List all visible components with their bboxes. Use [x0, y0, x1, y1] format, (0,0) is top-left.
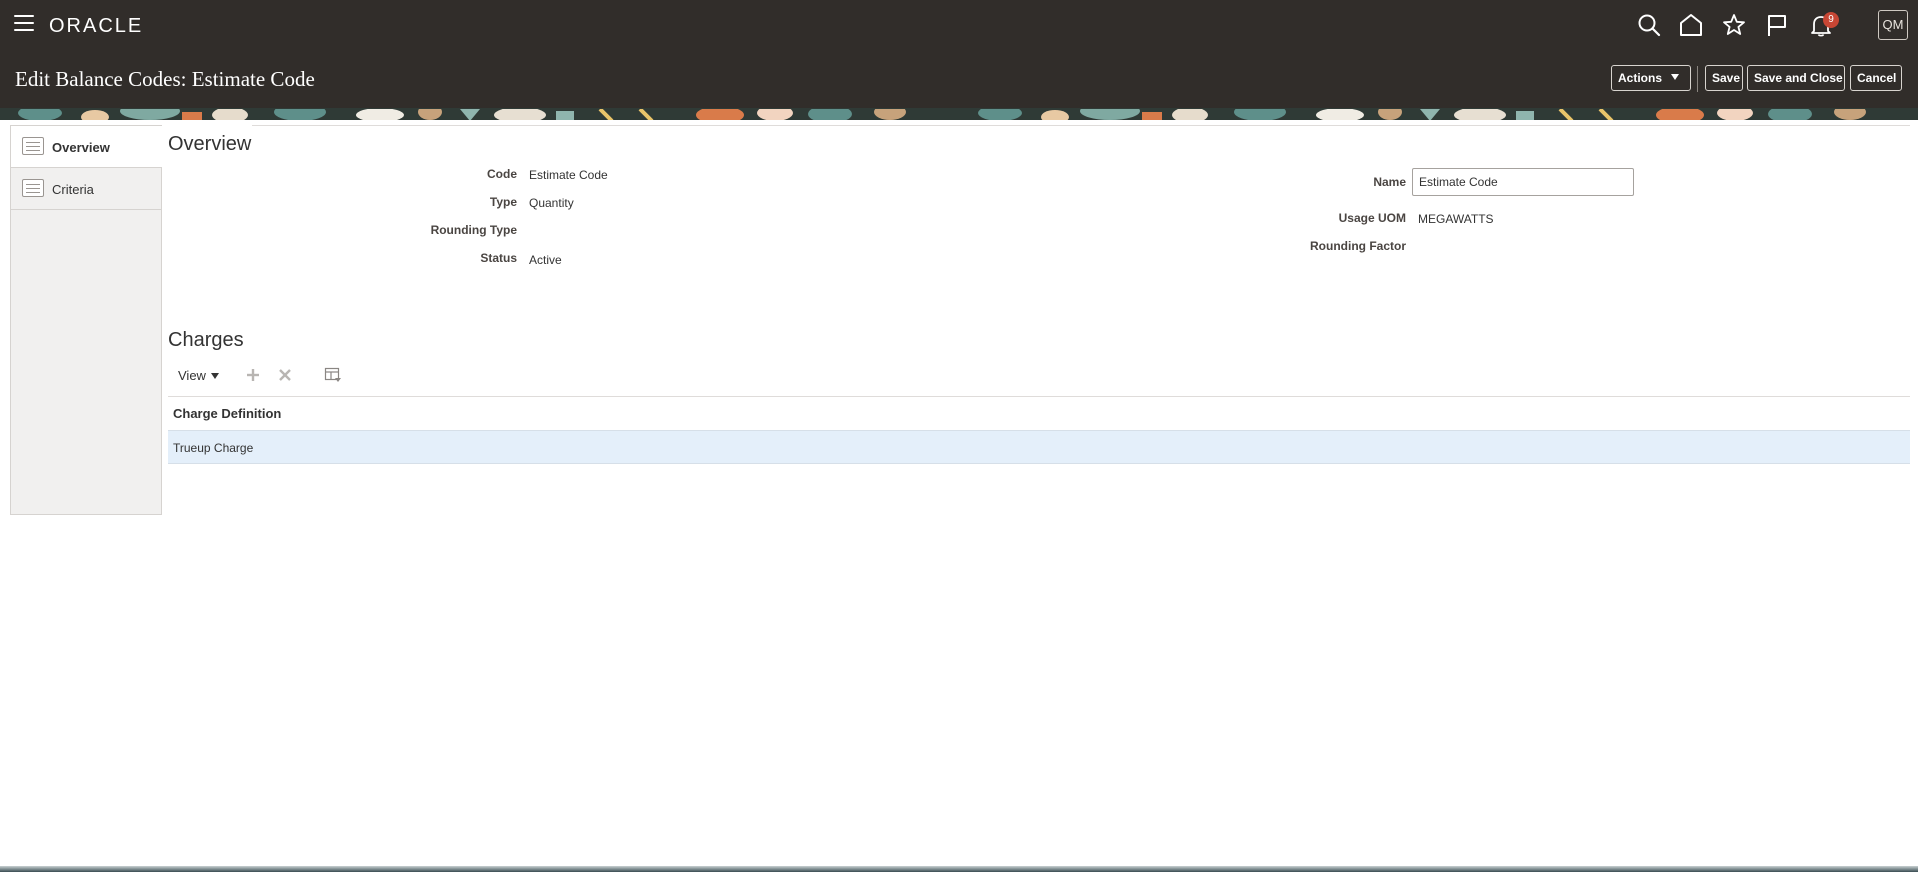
app-root: ORACLE 9 QM Edit Balance Codes: Estimate…	[0, 0, 1918, 872]
global-header: ORACLE 9 QM	[0, 0, 1918, 50]
decorative-banner	[0, 108, 1918, 120]
add-icon[interactable]	[244, 366, 262, 384]
side-tab-criteria[interactable]: Criteria	[11, 168, 161, 210]
save-and-close-button[interactable]: Save and Close	[1747, 65, 1845, 91]
flag-icon[interactable]	[1764, 12, 1790, 38]
delete-icon[interactable]	[276, 366, 294, 384]
chevron-down-icon	[210, 373, 219, 379]
status-label: Status	[480, 251, 517, 265]
side-tab-label: Overview	[52, 140, 110, 155]
view-label: View	[178, 368, 206, 383]
freeze-columns-icon[interactable]	[324, 366, 342, 384]
column-header-charge-definition[interactable]: Charge Definition	[173, 406, 281, 421]
status-value: Active	[529, 253, 562, 267]
side-tabs: Overview Criteria	[10, 125, 162, 515]
search-icon[interactable]	[1636, 12, 1662, 38]
cancel-button[interactable]: Cancel	[1850, 65, 1902, 91]
actions-label: Actions	[1618, 71, 1663, 85]
overview-divider	[252, 125, 1910, 126]
oracle-logo: ORACLE	[49, 15, 144, 37]
page-title-bar: Edit Balance Codes: Estimate Code Action…	[0, 50, 1918, 108]
overview-heading: Overview	[168, 133, 252, 155]
code-value: Estimate Code	[529, 168, 608, 182]
rounding-factor-label: Rounding Factor	[1310, 239, 1406, 253]
user-avatar[interactable]: QM	[1878, 10, 1908, 40]
side-tab-label: Criteria	[52, 182, 94, 197]
notification-badge: 9	[1823, 12, 1839, 28]
home-icon[interactable]	[1678, 12, 1704, 38]
list-icon	[22, 137, 44, 155]
usage-uom-value: MEGAWATTS	[1418, 212, 1494, 226]
page-title: Edit Balance Codes: Estimate Code	[15, 67, 315, 91]
name-label: Name	[1373, 175, 1406, 189]
table-top-divider	[168, 396, 1910, 397]
name-input[interactable]	[1412, 168, 1634, 196]
toolbar-separator	[1697, 66, 1698, 92]
side-tab-overview[interactable]: Overview	[11, 126, 162, 168]
view-menu[interactable]: View	[178, 368, 219, 383]
list-icon	[22, 179, 44, 197]
menu-icon[interactable]	[14, 15, 34, 33]
save-button[interactable]: Save	[1705, 65, 1743, 91]
type-label: Type	[489, 195, 517, 209]
charges-heading: Charges	[168, 329, 244, 351]
bottom-edge	[0, 866, 1918, 872]
charge-definition-cell: Trueup Charge	[173, 441, 254, 455]
usage-uom-label: Usage UOM	[1338, 211, 1406, 225]
star-icon[interactable]	[1721, 12, 1747, 38]
actions-menu-button[interactable]: Actions	[1611, 65, 1691, 91]
table-row[interactable]: Trueup Charge	[168, 430, 1910, 464]
chevron-down-icon	[1671, 74, 1680, 80]
rounding-type-label: Rounding Type	[430, 223, 517, 237]
code-label: Code	[487, 167, 517, 181]
type-value: Quantity	[529, 196, 574, 210]
